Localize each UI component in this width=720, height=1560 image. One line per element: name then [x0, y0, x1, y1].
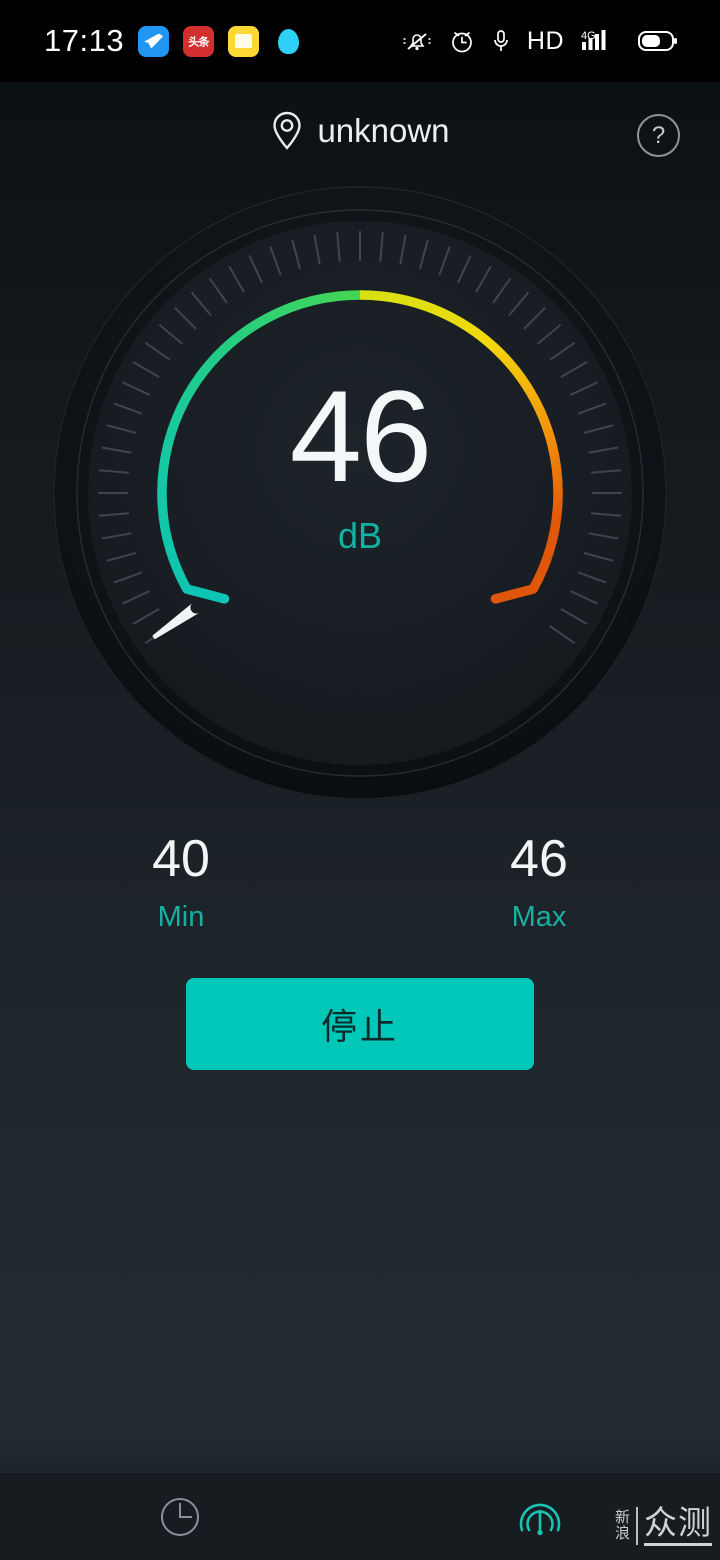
sound-gauge: 46 dB [50, 183, 670, 803]
hd-icon: HD [526, 26, 564, 55]
watermark-zhongce: 众测 [644, 1505, 712, 1546]
app-header: unknown ? [0, 96, 720, 176]
toutiao-app-icon: 头条 [183, 25, 215, 57]
location-display[interactable]: unknown [0, 110, 720, 152]
location-pin-icon [273, 111, 302, 150]
watermark-sina: 新 浪 [614, 1508, 630, 1542]
min-value: 40 [152, 830, 210, 888]
max-value: 46 [510, 830, 568, 888]
history-tab[interactable] [0, 1492, 360, 1542]
stop-button[interactable]: 停止 [186, 978, 534, 1070]
status-bar-clock: 17:13 [44, 23, 125, 58]
toutiao-app-icon-label: 头条 [188, 34, 209, 48]
clock-icon [161, 1497, 199, 1536]
help-button[interactable]: ? [637, 114, 680, 157]
status-bar-left: 17:13 头条 [0, 23, 304, 59]
watermark-divider [636, 1506, 638, 1545]
max-label: Max [511, 900, 567, 933]
battery-icon [638, 31, 677, 51]
gauge-svg [53, 186, 667, 800]
alarm-clock-icon [452, 32, 472, 53]
watermark-sina-line2: 浪 [614, 1524, 630, 1542]
bell-mute-icon [403, 33, 431, 51]
watermark: 新 浪 众测 [615, 1505, 712, 1546]
status-bar-right: HD 4G [402, 27, 720, 56]
min-stat: 40 Min [138, 832, 224, 934]
location-label: unknown [317, 112, 450, 149]
min-max-row: 40 Min 46 Max [0, 832, 720, 934]
gauge-icon [519, 1503, 561, 1535]
sound-meter-screen: 17:13 头条 HD 4G unknown ? 46 dB 40 Min 46… [0, 0, 720, 1560]
min-label: Min [157, 900, 205, 933]
watermark-sina-line1: 新 [614, 1508, 630, 1526]
blue-bird-app-icon [138, 25, 170, 57]
bottom-navigation: 新 浪 众测 [0, 1472, 720, 1560]
signal-4g-icon: 4G [581, 27, 621, 55]
status-bar: 17:13 头条 HD 4G [0, 0, 720, 82]
qq-penguin-app-icon [273, 26, 304, 57]
microphone-icon [494, 30, 508, 51]
max-stat: 46 Max [496, 832, 582, 934]
yellow-folder-app-icon [228, 25, 260, 57]
svg-text:4G: 4G [581, 30, 596, 42]
